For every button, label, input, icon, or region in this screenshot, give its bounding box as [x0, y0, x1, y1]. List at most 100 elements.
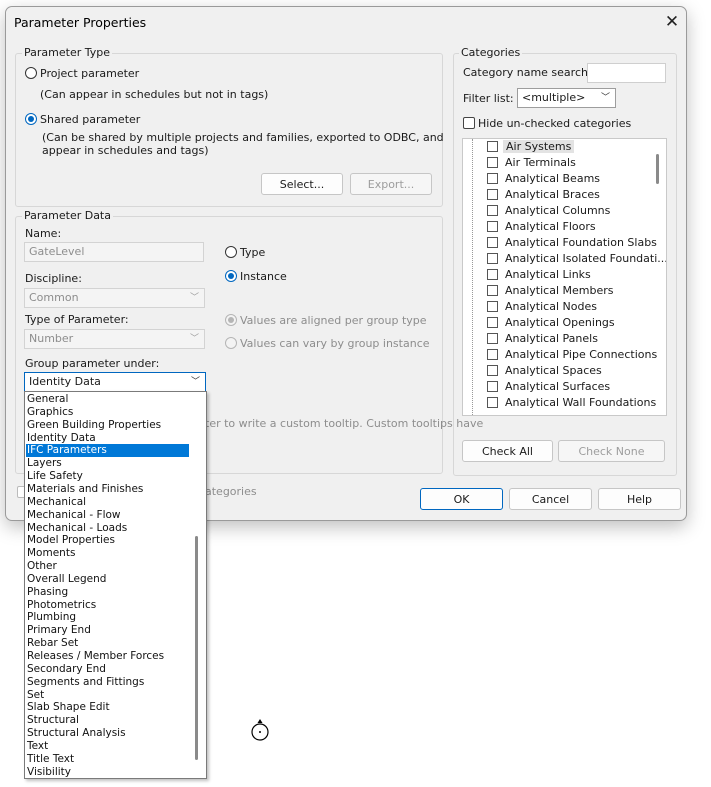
dropdown-item[interactable]: Graphics: [26, 406, 189, 419]
instance-radio[interactable]: [225, 270, 237, 282]
project-parameter-desc: (Can appear in schedules but not in tags…: [40, 88, 269, 101]
close-icon[interactable]: ✕: [661, 11, 683, 33]
chevron-down-icon: ﹀: [189, 334, 199, 344]
category-checkbox[interactable]: [487, 157, 498, 168]
category-item[interactable]: Analytical Panels: [463, 331, 653, 347]
category-checkbox[interactable]: [487, 269, 498, 280]
group-parameter-select[interactable]: Identity Data ﹀: [24, 372, 206, 392]
dropdown-item[interactable]: Materials and Finishes: [26, 483, 189, 496]
category-list[interactable]: Air Systems Air Terminals Analytical Beams…: [462, 138, 667, 416]
vary-by-instance-radio[interactable]: [225, 337, 237, 349]
category-item[interactable]: Analytical Isolated Foundati...: [463, 251, 666, 267]
dropdown-item[interactable]: Green Building Properties: [26, 419, 189, 432]
dropdown-item[interactable]: IFC Parameters: [26, 444, 189, 458]
dropdown-item[interactable]: Releases / Member Forces: [26, 650, 189, 663]
dropdown-item[interactable]: Secondary End: [26, 663, 189, 676]
group-parameter-value: Identity Data: [29, 375, 101, 388]
aligned-per-group-radio[interactable]: [225, 314, 237, 326]
category-item[interactable]: Analytical Surfaces: [463, 379, 653, 395]
category-checkbox[interactable]: [487, 381, 498, 392]
help-button[interactable]: Help: [598, 488, 681, 510]
select-button[interactable]: Select...: [261, 173, 343, 195]
cancel-button[interactable]: Cancel: [509, 488, 592, 510]
dropdown-item[interactable]: Segments and Fittings: [26, 676, 189, 689]
name-field[interactable]: GateLevel: [24, 242, 204, 262]
group-parameter-label: Group parameter under:: [25, 357, 160, 370]
dropdown-item[interactable]: Primary End: [26, 624, 189, 637]
category-checkbox[interactable]: [487, 205, 498, 216]
check-none-button[interactable]: Check None: [558, 440, 665, 462]
category-item[interactable]: Analytical Foundation Slabs: [463, 235, 657, 251]
category-checkbox[interactable]: [487, 317, 498, 328]
dropdown-item[interactable]: Model Properties: [26, 534, 189, 547]
category-checkbox[interactable]: [487, 301, 498, 312]
dropdown-item[interactable]: Structural: [26, 714, 189, 727]
dropdown-item[interactable]: Phasing: [26, 586, 189, 599]
chevron-down-icon: ﹀: [189, 293, 199, 303]
category-checkbox[interactable]: [487, 189, 498, 200]
dropdown-scrollbar[interactable]: [195, 536, 198, 760]
filter-list-select[interactable]: <multiple> ﹀: [517, 88, 616, 108]
instance-radio-label: Instance: [240, 270, 287, 283]
dropdown-item[interactable]: General: [26, 393, 189, 406]
dropdown-item[interactable]: Overall Legend: [26, 573, 189, 586]
hide-unchecked-checkbox[interactable]: [463, 117, 475, 129]
category-checkbox[interactable]: [487, 221, 498, 232]
dropdown-item[interactable]: Other: [26, 560, 189, 573]
export-button[interactable]: Export...: [350, 173, 432, 195]
category-item[interactable]: Analytical Pipe Connections: [463, 347, 657, 363]
category-item[interactable]: Analytical Floors: [463, 219, 653, 235]
dropdown-item[interactable]: Rebar Set: [26, 637, 189, 650]
dropdown-item[interactable]: Life Safety: [26, 470, 189, 483]
dropdown-item[interactable]: Structural Analysis: [26, 727, 189, 740]
category-checkbox[interactable]: [487, 237, 498, 248]
dropdown-item[interactable]: Plumbing: [26, 611, 189, 624]
category-checkbox[interactable]: [487, 333, 498, 344]
categories-checkbox-fragment: ategories: [205, 485, 257, 498]
category-item[interactable]: Analytical Columns: [463, 203, 653, 219]
dropdown-item[interactable]: Mechanical: [26, 496, 189, 509]
chevron-down-icon: ﹀: [190, 377, 200, 387]
category-checkbox[interactable]: [487, 173, 498, 184]
category-item[interactable]: Analytical Beams: [463, 171, 653, 187]
dropdown-item[interactable]: Photometrics: [26, 599, 189, 612]
vertical-scrollbar[interactable]: [656, 154, 659, 184]
dropdown-item[interactable]: Visibility: [26, 766, 189, 779]
category-label: Analytical Floors: [505, 220, 596, 233]
dropdown-item[interactable]: Identity Data: [26, 432, 189, 445]
dropdown-item[interactable]: Set: [26, 689, 189, 702]
category-label: Analytical Spaces: [505, 364, 602, 377]
busy-cursor-icon: [251, 719, 269, 741]
check-all-button[interactable]: Check All: [462, 440, 553, 462]
category-item[interactable]: Analytical Wall Foundations: [463, 395, 656, 411]
type-of-parameter-select[interactable]: Number ﹀: [24, 329, 205, 349]
type-radio[interactable]: [225, 246, 237, 258]
category-checkbox[interactable]: [487, 141, 498, 152]
shared-parameter-radio[interactable]: [25, 113, 37, 125]
dropdown-item[interactable]: Slab Shape Edit: [26, 701, 189, 714]
category-item[interactable]: Analytical Openings: [463, 315, 653, 331]
discipline-select[interactable]: Common ﹀: [24, 288, 205, 308]
category-checkbox[interactable]: [487, 365, 498, 376]
category-item[interactable]: Air Systems: [463, 139, 653, 155]
dropdown-item[interactable]: Mechanical - Flow: [26, 509, 189, 522]
project-parameter-radio[interactable]: [25, 67, 37, 79]
category-checkbox[interactable]: [487, 397, 498, 408]
category-search-input[interactable]: [587, 63, 666, 83]
category-item[interactable]: Analytical Links: [463, 267, 653, 283]
category-checkbox[interactable]: [487, 253, 498, 264]
dropdown-item[interactable]: Text: [26, 740, 189, 753]
category-item[interactable]: Analytical Nodes: [463, 299, 653, 315]
category-item[interactable]: Analytical Braces: [463, 187, 653, 203]
group-parameter-dropdown-list[interactable]: General Graphics Green Building Properties…: [24, 391, 207, 779]
dropdown-item[interactable]: Mechanical - Loads: [26, 522, 189, 535]
category-checkbox[interactable]: [487, 285, 498, 296]
dropdown-item[interactable]: Moments: [26, 547, 189, 560]
category-checkbox[interactable]: [487, 349, 498, 360]
dropdown-item[interactable]: Layers: [26, 457, 189, 470]
category-item[interactable]: Analytical Spaces: [463, 363, 653, 379]
ok-button[interactable]: OK: [420, 488, 503, 510]
category-item[interactable]: Analytical Members: [463, 283, 653, 299]
category-item[interactable]: Air Terminals: [463, 155, 653, 171]
dropdown-item[interactable]: Title Text: [26, 753, 189, 766]
